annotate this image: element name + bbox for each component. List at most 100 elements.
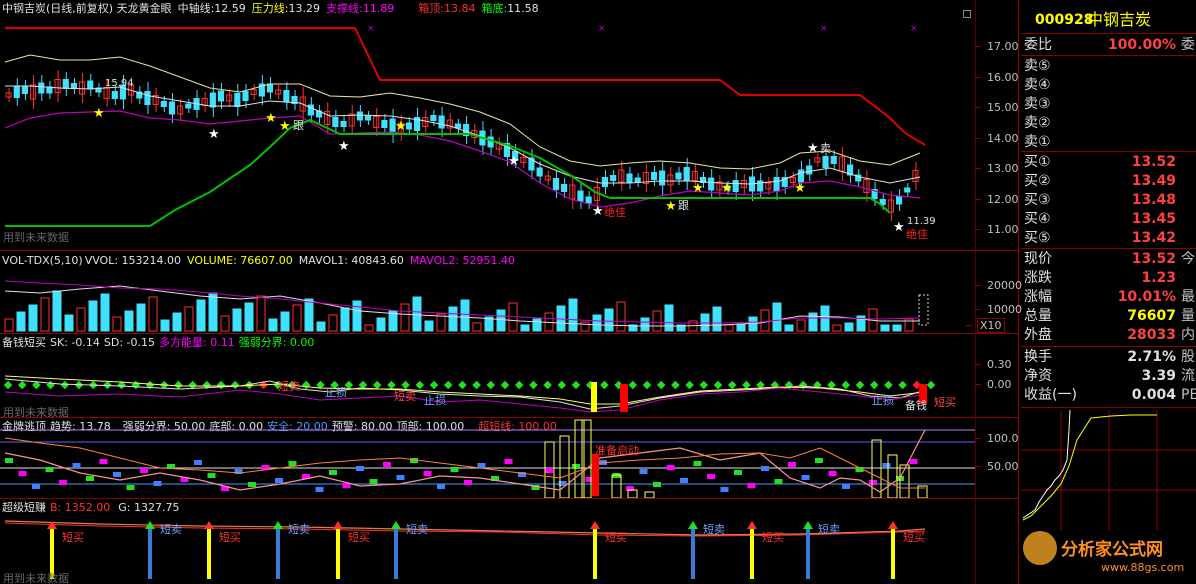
volume-bar: [256, 295, 266, 332]
sells-row: 卖③: [1021, 94, 1196, 114]
up-arrow-icon: [747, 521, 757, 529]
stats-row: 外盘 28033 内: [1021, 325, 1196, 345]
volume-bar: [16, 311, 26, 332]
jue-label-2: 绝佳: [906, 227, 928, 241]
main-watermark: 用到未来数据: [3, 231, 69, 244]
stats2-row: 收益(一) 0.004 PE: [1021, 385, 1196, 405]
diamond-marker: [429, 380, 439, 390]
jinpai-mark: [5, 458, 13, 463]
chaoji-signal-label: 短买: [219, 530, 241, 544]
jinpai-chart[interactable]: 准备启动: [0, 418, 975, 498]
candle-body: [904, 187, 911, 193]
candle-body: [38, 82, 45, 94]
jinpai-mark: [909, 459, 918, 464]
diamond-marker: [742, 380, 751, 390]
chaoji-signal-label: 短买: [762, 530, 784, 544]
buys-value: 13.48: [1131, 192, 1176, 208]
jinpai-mark: [774, 479, 783, 484]
volume-bar: [580, 321, 590, 332]
volume-bar: [832, 324, 842, 332]
candle-body: [822, 156, 829, 168]
jinpai-mark: [639, 469, 648, 474]
sep: [1021, 33, 1196, 34]
chaoji-signal-bar: [148, 527, 152, 579]
buys-row: 买⑤ 13.42: [1021, 228, 1196, 248]
chaoji-signal-label: 短卖: [703, 522, 725, 536]
chaoji-signal-bar: [593, 527, 597, 579]
stats-extra: 今: [1181, 251, 1195, 267]
volume-bar: [736, 323, 746, 332]
axis-tick: 100.0: [975, 432, 1019, 445]
buys-label: 买⑤: [1024, 230, 1051, 246]
down-arrow-icon: [273, 521, 283, 529]
volume-bar: [208, 292, 218, 332]
chaoji-signal-marks: 短买 短卖短买 短卖短买 短卖短买 短卖短买 短卖短买: [47, 521, 925, 579]
main-price-axis: 17.00 16.00 15.00 14.00 13.00 12.00 11.0…: [975, 0, 1020, 250]
candle-body: [585, 196, 592, 204]
star-icon: ★: [794, 181, 806, 196]
buys-row: 买① 13.52: [1021, 152, 1196, 172]
stats-row: 涨幅 10.01% 最: [1021, 287, 1196, 307]
chaoji-watermark: 用到未来数据: [3, 572, 69, 584]
weibi-value: 100.00%: [1107, 37, 1176, 53]
candle-body: [683, 167, 690, 181]
diamond-marker: [869, 380, 879, 390]
volume-chart[interactable]: [0, 251, 975, 333]
stats2-label: 净资: [1024, 368, 1052, 384]
sells-row: 卖①: [1021, 132, 1196, 152]
volume-bar: [844, 322, 854, 332]
volume-bar: [748, 316, 758, 332]
candle-body: [160, 101, 167, 107]
jinpai-mark: [450, 467, 459, 472]
mini-price-line: [1022, 410, 1071, 519]
stats2-row: 净资 3.39 流: [1021, 366, 1196, 386]
chaoji-signal-label: 短买: [348, 530, 370, 544]
chaoji-chart[interactable]: 短买 短卖短买 短卖短买 短卖短买 短卖短买 短卖短买: [0, 499, 975, 584]
stats-label: 外盘: [1024, 327, 1052, 343]
beiqian-label: 止损: [872, 393, 894, 407]
sells-row: 卖⑤: [1021, 56, 1196, 76]
svg-text:×: ×: [598, 24, 606, 34]
jinpai-mark: [545, 468, 553, 473]
jinpai-mark: [329, 470, 337, 475]
intraday-mini-chart[interactable]: [1021, 410, 1196, 530]
axis-tick: 15.00: [975, 101, 1019, 114]
candle-body: [430, 115, 437, 121]
jinpai-mark: [72, 463, 81, 468]
jue-label-1: 绝佳: [604, 205, 626, 219]
candle-body: [103, 87, 110, 99]
jinpai-bar: [581, 419, 592, 498]
jinpai-mark: [477, 463, 486, 468]
stats-value: 10.01%: [1117, 289, 1176, 305]
volume-bar: [172, 312, 182, 332]
chaoji-signal-bar: [691, 527, 695, 579]
jinpai-bars: [5, 419, 928, 498]
candle-body: [626, 173, 633, 183]
volume-bar: [352, 300, 362, 332]
chaoji-signal-label: 短卖: [818, 522, 840, 536]
jinpai-mark: [396, 475, 405, 480]
stats-value: 28033: [1127, 327, 1176, 343]
diamond-marker: [841, 380, 851, 390]
axis-tick: 16.00: [975, 71, 1019, 84]
axis-tick: 10000: [975, 303, 1022, 316]
diamond-marker: [685, 380, 694, 390]
volume-bar: [568, 298, 578, 332]
jinpai-mark: [423, 471, 432, 476]
beiqian-label: 短买: [934, 395, 956, 409]
main-price-chart[interactable]: ★★★★★★★★ ★★ ★ ★★★ × × × × 15.94 11.39 跟 跟 卖 绝佳…: [0, 0, 975, 250]
jinpai-mark: [288, 461, 297, 466]
candle-body: [364, 115, 372, 121]
stats2-extra: 股: [1181, 349, 1195, 365]
stats2-value: 0.004: [1131, 387, 1176, 403]
candle-body: [708, 177, 715, 191]
beiqian-chart[interactable]: 短卖 止损 短卖 止损 止损 备钱 短买: [0, 334, 975, 417]
stats-row: 涨跌 1.23: [1021, 268, 1196, 288]
diamond-marker: [216, 380, 226, 390]
diamond-marker: [3, 380, 13, 390]
svg-text:×: ×: [910, 24, 918, 34]
volume-bar: [340, 307, 350, 332]
vol-axis: 20000 10000 X10: [966, 251, 1022, 333]
box-bottom-line: [5, 118, 891, 227]
chaoji-signal-bar: [891, 527, 895, 579]
